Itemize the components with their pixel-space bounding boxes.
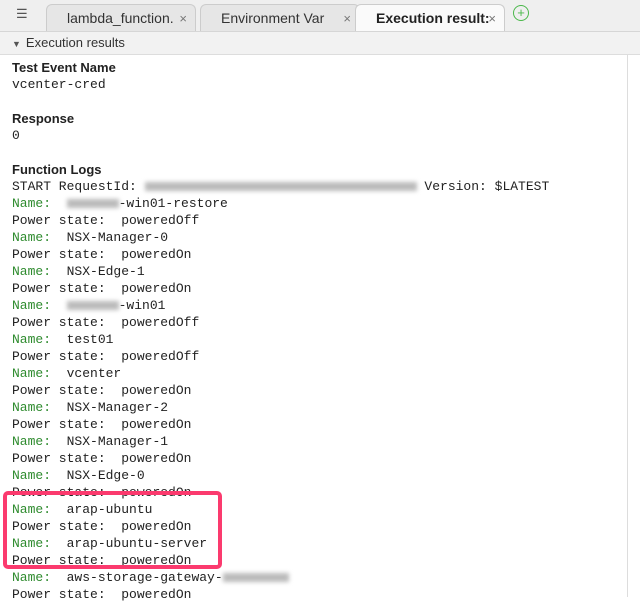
vm-name: NSX-Manager-1 (66, 434, 169, 449)
log-name-line: Name: NSX-Manager-1 (12, 433, 627, 450)
name-key: Name: (12, 468, 52, 483)
power-key: Power state: (12, 417, 106, 432)
close-icon[interactable]: × (179, 5, 187, 31)
highlight-box (3, 491, 222, 569)
close-icon[interactable]: × (343, 5, 351, 31)
tab-environment-variables[interactable]: Environment Var × (200, 4, 360, 31)
redacted-text (66, 301, 119, 311)
power-state: poweredOn (121, 587, 192, 602)
tab-lambda-function[interactable]: lambda_function. × (46, 4, 196, 31)
start-prefix: START RequestId: (12, 179, 145, 194)
redacted-text (66, 199, 119, 209)
menu-icon[interactable]: ☰ (16, 6, 29, 21)
log-power-line: Power state: poweredOn (12, 586, 627, 603)
name-key: Name: (12, 366, 52, 381)
redacted-text (222, 573, 289, 583)
log-name-line: Name: vcenter (12, 365, 627, 382)
vm-name: NSX-Manager-0 (66, 230, 169, 245)
power-key: Power state: (12, 349, 106, 364)
vm-name: NSX-Edge-1 (66, 264, 145, 279)
log-name-line: Name: aws-storage-gateway- (12, 569, 627, 586)
power-key: Power state: (12, 451, 106, 466)
redacted-request-id (144, 182, 417, 192)
log-start-line: START RequestId: Version: $LATEST (12, 178, 627, 195)
vm-name: -win01 (118, 298, 166, 313)
power-state: poweredOn (121, 417, 192, 432)
power-state: poweredOn (121, 281, 192, 296)
power-key: Power state: (12, 383, 106, 398)
collapse-triangle-icon: ▼ (12, 39, 21, 49)
power-state: poweredOff (121, 315, 200, 330)
vm-name: NSX-Manager-2 (66, 400, 169, 415)
power-key: Power state: (12, 247, 106, 262)
log-name-line: Name: test01 (12, 331, 627, 348)
log-power-line: Power state: poweredOff (12, 314, 627, 331)
power-key: Power state: (12, 587, 106, 602)
section-title: Execution results (25, 35, 125, 50)
test-event-value: vcenter-cred (12, 77, 106, 92)
name-key: Name: (12, 298, 52, 313)
vm-name: NSX-Edge-0 (66, 468, 145, 483)
log-power-line: Power state: poweredOff (12, 212, 627, 229)
name-key: Name: (12, 400, 52, 415)
vm-name: aws-storage-gateway- (66, 570, 223, 585)
tab-label: lambda_function. (67, 10, 174, 26)
log-power-line: Power state: poweredOn (12, 246, 627, 263)
start-suffix: Version: $LATEST (416, 179, 550, 194)
power-key: Power state: (12, 213, 106, 228)
log-power-line: Power state: poweredOn (12, 280, 627, 297)
power-state: poweredOn (121, 451, 192, 466)
power-state: poweredOn (121, 247, 192, 262)
name-key: Name: (12, 264, 52, 279)
log-power-line: Power state: poweredOff (12, 348, 627, 365)
name-key: Name: (12, 196, 52, 211)
power-state: poweredOff (121, 349, 200, 364)
log-name-line: Name: -win01-restore (12, 195, 627, 212)
tab-label: Execution result: (376, 10, 490, 26)
response-label: Response (12, 111, 75, 126)
log-name-line: Name: NSX-Edge-0 (12, 467, 627, 484)
power-state: poweredOff (121, 213, 200, 228)
name-key: Name: (12, 434, 52, 449)
vm-name: vcenter (66, 366, 122, 381)
name-key: Name: (12, 332, 52, 347)
log-name-line: Name: -win01 (12, 297, 627, 314)
log-power-line: Power state: poweredOn (12, 450, 627, 467)
tab-execution-results[interactable]: Execution result: × (355, 4, 505, 31)
function-logs-label: Function Logs (12, 162, 102, 177)
log-name-line: Name: NSX-Edge-1 (12, 263, 627, 280)
log-power-line: Power state: poweredOn (12, 416, 627, 433)
power-key: Power state: (12, 315, 106, 330)
section-header[interactable]: ▼ Execution results (0, 32, 640, 55)
tab-label: Environment Var (221, 10, 325, 26)
power-state: poweredOn (121, 383, 192, 398)
close-icon[interactable]: × (488, 5, 496, 31)
response-value: 0 (12, 128, 20, 143)
log-power-line: Power state: poweredOn (12, 382, 627, 399)
tab-bar: ☰ lambda_function. × Environment Var × Exe… (0, 0, 640, 32)
log-name-line: Name: NSX-Manager-0 (12, 229, 627, 246)
vm-name: -win01-restore (118, 196, 228, 211)
vm-name: test01 (66, 332, 114, 347)
name-key: Name: (12, 230, 52, 245)
add-tab-icon[interactable]: + (513, 5, 529, 21)
log-name-line: Name: NSX-Manager-2 (12, 399, 627, 416)
power-key: Power state: (12, 281, 106, 296)
name-key: Name: (12, 570, 52, 585)
test-event-label: Test Event Name (12, 60, 116, 75)
